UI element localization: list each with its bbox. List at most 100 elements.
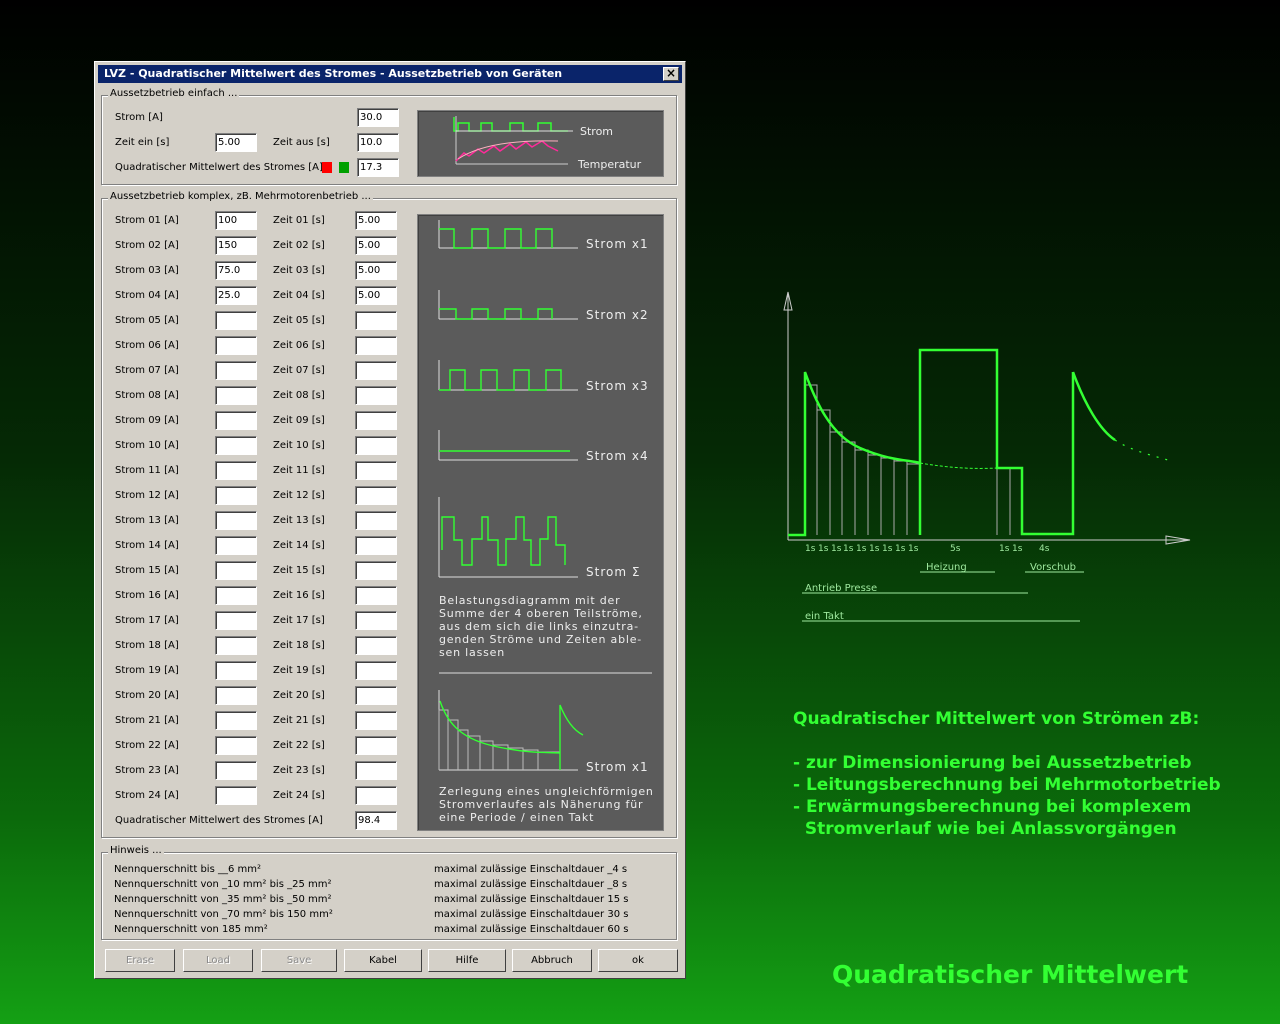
zeit-row-input[interactable] <box>355 736 397 755</box>
strom-row-input[interactable] <box>215 636 257 655</box>
strom-row-label: Strom 21 [A] <box>115 715 179 726</box>
strom-row-input[interactable] <box>215 561 257 580</box>
diagram-text2-line2: Stromverlaufes als Näherung für <box>439 798 643 811</box>
zeit-row-label: Zeit 08 [s] <box>273 390 325 401</box>
hinweis-left: Nennquerschnitt von _10 mm² bis _25 mm² <box>114 879 332 890</box>
zeit-row-input[interactable]: 5.00 <box>355 286 397 305</box>
save-button[interactable]: Save <box>261 949 337 972</box>
strom-row-input[interactable] <box>215 311 257 330</box>
zeit-row-input[interactable] <box>355 336 397 355</box>
strom-row-input[interactable] <box>215 336 257 355</box>
zeit-row-label: Zeit 19 [s] <box>273 665 325 676</box>
strom-row-input[interactable] <box>215 411 257 430</box>
zeit-row-input[interactable] <box>355 561 397 580</box>
zeit-row-input[interactable] <box>355 361 397 380</box>
diagram-text2-line3: eine Periode / einen Takt <box>439 811 594 824</box>
zeit-row-input[interactable] <box>355 636 397 655</box>
strom-diagram-label: Strom <box>580 125 613 138</box>
hinweis-left: Nennquerschnitt von _70 mm² bis 150 mm² <box>114 909 333 920</box>
zeit-aus-input[interactable]: 10.0 <box>357 133 399 152</box>
group-simple-label: Aussetzbetrieb einfach ... <box>108 88 240 99</box>
strom-row-input[interactable] <box>215 436 257 455</box>
strom-row-input[interactable] <box>215 586 257 605</box>
strom-row-input[interactable] <box>215 661 257 680</box>
zeit-row-label: Zeit 18 [s] <box>273 640 325 651</box>
strom-row-input[interactable] <box>215 761 257 780</box>
strom-row-input[interactable]: 100 <box>215 211 257 230</box>
load-tick-label: 1s <box>856 544 867 554</box>
strom-row-input[interactable] <box>215 361 257 380</box>
complex-result-output: 98.4 <box>355 811 397 830</box>
strom-row-input[interactable] <box>215 511 257 530</box>
zeit-row-input[interactable] <box>355 661 397 680</box>
load-tick-label: 1s <box>895 544 906 554</box>
zeit-row-input[interactable] <box>355 686 397 705</box>
kabel-button[interactable]: Kabel <box>344 949 422 972</box>
strom-trace <box>453 117 568 132</box>
zeit-row-input[interactable] <box>355 761 397 780</box>
strom-row-input[interactable] <box>215 536 257 555</box>
strom-row-input[interactable] <box>215 486 257 505</box>
zeit-row-label: Zeit 12 [s] <box>273 490 325 501</box>
load-tick-label: 1s <box>869 544 880 554</box>
zeit-row-input[interactable] <box>355 486 397 505</box>
strom-row-input[interactable] <box>215 786 257 805</box>
zeit-row-input[interactable] <box>355 711 397 730</box>
strom-row-input[interactable] <box>215 686 257 705</box>
group-hinweis-label: Hinweis ... <box>108 845 164 856</box>
erase-button[interactable]: Erase <box>105 949 175 972</box>
zeit-row-input[interactable] <box>355 511 397 530</box>
strom-x2-label: Strom x2 <box>586 308 649 322</box>
strom-row-input[interactable] <box>215 736 257 755</box>
load-tick-label: 4s <box>1039 544 1050 554</box>
strom-row-label: Strom 09 [A] <box>115 415 179 426</box>
zeit-row-input[interactable] <box>355 411 397 430</box>
zeit-row-input[interactable] <box>355 311 397 330</box>
strom-row-input[interactable] <box>215 711 257 730</box>
zeit-ein-input[interactable]: 5.00 <box>215 133 257 152</box>
strom-row-input[interactable]: 25.0 <box>215 286 257 305</box>
zeit-row-input[interactable] <box>355 586 397 605</box>
zeit-aus-label: Zeit aus [s] <box>273 137 330 148</box>
strom-row-input[interactable]: 75.0 <box>215 261 257 280</box>
close-icon[interactable]: × <box>663 67 679 81</box>
zeit-row-input[interactable] <box>355 611 397 630</box>
strom-row-input[interactable] <box>215 611 257 630</box>
vorschub-dotted-trace <box>1114 439 1169 461</box>
info-bullet-4: Stromverlauf wie bei Anlassvorgängen <box>793 819 1177 839</box>
info-heading: Quadratischer Mittelwert von Strömen zB: <box>793 709 1200 729</box>
strom-row-input[interactable] <box>215 461 257 480</box>
strom-input[interactable]: 30.0 <box>357 108 399 127</box>
strom-row-label: Strom 16 [A] <box>115 590 179 601</box>
title-bar[interactable]: LVZ - Quadratischer Mittelwert des Strom… <box>98 65 682 83</box>
zeit-row-input[interactable] <box>355 536 397 555</box>
strom-row-label: Strom 20 [A] <box>115 690 179 701</box>
hinweis-right: maximal zulässige Einschaltdauer 15 s <box>434 894 629 905</box>
zeit-row-input[interactable] <box>355 436 397 455</box>
zeit-row-label: Zeit 15 [s] <box>273 565 325 576</box>
hilfe-button[interactable]: Hilfe <box>428 949 506 972</box>
zeit-row-label: Zeit 10 [s] <box>273 440 325 451</box>
load-tick-label: 1s <box>805 544 816 554</box>
zeit-row-input[interactable] <box>355 461 397 480</box>
zeit-row-label: Zeit 04 [s] <box>273 290 325 301</box>
strom-row-label: Strom 02 [A] <box>115 240 179 251</box>
abbruch-button[interactable]: Abbruch <box>512 949 592 972</box>
diagram-text2-line1: Zerlegung eines ungleichförmigen <box>439 785 654 798</box>
strom-row-label: Strom 03 [A] <box>115 265 179 276</box>
strom-row-input[interactable] <box>215 386 257 405</box>
strom-label: Strom [A] <box>115 112 163 123</box>
zeit-row-input[interactable] <box>355 786 397 805</box>
zeit-row-input[interactable] <box>355 386 397 405</box>
strom-sum-label: Strom Σ <box>586 565 640 579</box>
strom-x4-label: Strom x4 <box>586 449 649 463</box>
temperatur-trace <box>455 140 559 162</box>
zeit-row-input[interactable]: 5.00 <box>355 236 397 255</box>
hinweis-right: maximal zulässige Einschaltdauer _8 s <box>434 879 628 890</box>
zeit-row-input[interactable]: 5.00 <box>355 261 397 280</box>
strom-row-label: Strom 19 [A] <box>115 665 179 676</box>
load-button[interactable]: Load <box>183 949 253 972</box>
ok-button[interactable]: ok <box>598 949 678 972</box>
zeit-row-input[interactable]: 5.00 <box>355 211 397 230</box>
strom-row-input[interactable]: 150 <box>215 236 257 255</box>
